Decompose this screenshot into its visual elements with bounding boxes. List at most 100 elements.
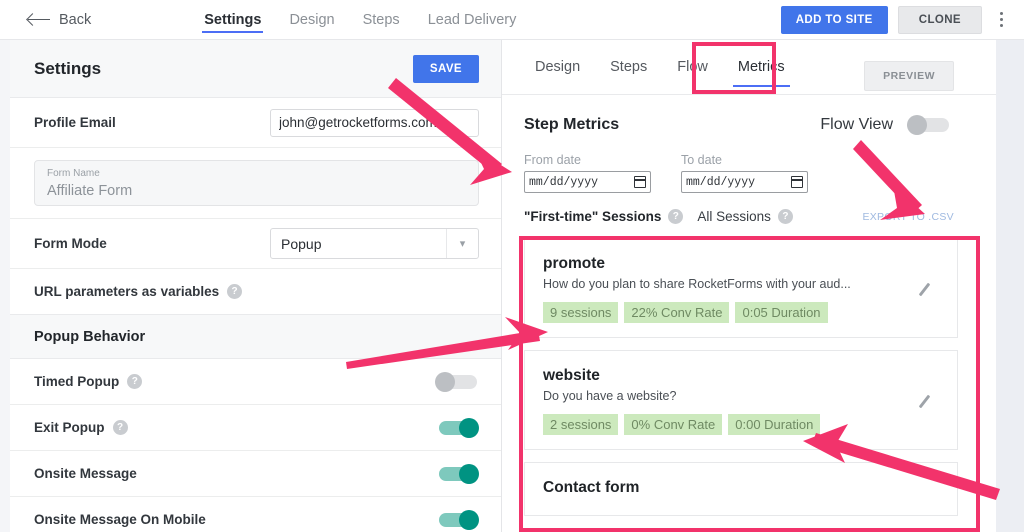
exit-popup-toggle[interactable] bbox=[435, 417, 479, 438]
from-date-input[interactable]: mm/dd/yyyy bbox=[524, 171, 651, 193]
flow-view-control: Flow View bbox=[820, 115, 951, 135]
form-mode-value: Popup bbox=[281, 235, 322, 252]
form-name-field[interactable]: Form Name Affiliate Form bbox=[34, 160, 479, 206]
metric-card-question: How do you plan to share RocketForms wit… bbox=[543, 277, 851, 291]
from-date-placeholder: mm/dd/yyyy bbox=[529, 175, 599, 189]
back-label: Back bbox=[59, 11, 92, 28]
help-icon[interactable]: ? bbox=[227, 284, 243, 299]
conv-rate-badge: 22% Conv Rate bbox=[624, 302, 730, 323]
top-navigation-bar: Back Settings Design Steps Lead Delivery… bbox=[0, 0, 1024, 40]
panel-tab-steps-label: Steps bbox=[610, 59, 648, 75]
onsite-message-label: Onsite Message bbox=[34, 466, 137, 481]
sessions-badge: 2 sessions bbox=[543, 414, 619, 435]
tab-lead-delivery-label: Lead Delivery bbox=[427, 11, 517, 28]
preview-button[interactable]: PREVIEW bbox=[864, 61, 954, 91]
pencil-icon[interactable] bbox=[921, 281, 937, 297]
to-date-input[interactable]: mm/dd/yyyy bbox=[681, 171, 808, 193]
duration-badge: 0:00 Duration bbox=[728, 414, 821, 435]
tab-settings[interactable]: Settings bbox=[190, 0, 275, 40]
form-name-label: Form Name bbox=[47, 168, 100, 179]
to-date-placeholder: mm/dd/yyyy bbox=[686, 175, 756, 189]
profile-email-label: Profile Email bbox=[34, 115, 116, 130]
tab-design[interactable]: Design bbox=[275, 0, 348, 40]
kebab-menu-icon[interactable] bbox=[992, 10, 1010, 30]
session-filter-row: "First-time" Sessions ? All Sessions ? E… bbox=[502, 193, 996, 224]
form-mode-label: Form Mode bbox=[34, 236, 107, 251]
first-time-sessions-label: "First-time" Sessions bbox=[524, 209, 662, 224]
panel-tab-steps[interactable]: Steps bbox=[595, 40, 662, 95]
form-name-row: Form Name Affiliate Form bbox=[10, 148, 501, 219]
url-parameters-row: URL parameters as variables ? bbox=[10, 269, 501, 314]
step-metrics-card-list: promote How do you plan to share RocketF… bbox=[502, 238, 996, 516]
tab-steps[interactable]: Steps bbox=[349, 0, 414, 40]
metrics-panel: Design Steps Flow Metrics PREVIEW Step M… bbox=[502, 40, 996, 532]
help-icon[interactable]: ? bbox=[112, 420, 128, 435]
help-icon[interactable]: ? bbox=[668, 209, 684, 224]
from-date-field: From date mm/dd/yyyy bbox=[524, 153, 651, 193]
conv-rate-badge: 0% Conv Rate bbox=[624, 414, 723, 435]
page-scrollbar[interactable] bbox=[996, 40, 1024, 532]
export-to-csv-link[interactable]: EXPORT TO .CSV bbox=[862, 211, 954, 223]
metric-card-question: Do you have a website? bbox=[543, 389, 677, 403]
help-icon[interactable]: ? bbox=[127, 374, 143, 389]
calendar-icon[interactable] bbox=[790, 176, 804, 188]
panel-tab-design[interactable]: Design bbox=[520, 40, 595, 95]
flow-view-label: Flow View bbox=[820, 116, 893, 133]
profile-email-row: Profile Email bbox=[10, 98, 501, 148]
panel-tab-flow-label: Flow bbox=[677, 59, 708, 75]
settings-panel-header: Settings SAVE bbox=[10, 40, 501, 98]
flow-view-toggle[interactable] bbox=[907, 115, 951, 135]
back-button[interactable]: Back bbox=[28, 12, 91, 28]
clone-button[interactable]: CLONE bbox=[897, 5, 982, 34]
help-icon[interactable]: ? bbox=[777, 209, 793, 224]
metric-card-title: Contact form bbox=[543, 479, 640, 496]
profile-email-field[interactable] bbox=[270, 108, 479, 137]
all-sessions-filter[interactable]: All Sessions ? bbox=[697, 209, 793, 224]
panel-tab-design-label: Design bbox=[535, 59, 581, 75]
form-mode-row: Form Mode Popup ▾ bbox=[10, 219, 501, 269]
sessions-badge: 9 sessions bbox=[543, 302, 619, 323]
metric-card[interactable]: website Do you have a website? 2 session… bbox=[524, 350, 958, 450]
metric-card[interactable]: promote How do you plan to share RocketF… bbox=[524, 238, 958, 338]
metric-card-badges: 9 sessions 22% Conv Rate 0:05 Duration bbox=[543, 302, 939, 323]
to-date-field: To date mm/dd/yyyy bbox=[681, 153, 808, 193]
onsite-message-mobile-toggle[interactable] bbox=[435, 509, 479, 530]
timed-popup-toggle[interactable] bbox=[435, 371, 479, 392]
arrow-left-icon bbox=[28, 14, 50, 26]
panel-tab-flow[interactable]: Flow bbox=[662, 40, 723, 95]
tab-lead-delivery[interactable]: Lead Delivery bbox=[414, 0, 531, 40]
chevron-down-icon: ▾ bbox=[446, 229, 478, 258]
add-to-site-button[interactable]: ADD TO SITE bbox=[780, 5, 888, 34]
pencil-icon[interactable] bbox=[921, 393, 937, 409]
top-tab-group: Settings Design Steps Lead Delivery bbox=[190, 0, 530, 40]
metric-card-title: promote bbox=[543, 255, 605, 272]
popup-behavior-title: Popup Behavior bbox=[34, 328, 146, 345]
timed-popup-label: Timed Popup bbox=[34, 374, 120, 389]
metric-card[interactable]: Contact form bbox=[524, 462, 958, 516]
settings-panel: Settings SAVE Profile Email Form Name Af… bbox=[10, 40, 502, 532]
from-date-label: From date bbox=[524, 153, 581, 167]
panel-tab-metrics-label: Metrics bbox=[737, 59, 785, 75]
duration-badge: 0:05 Duration bbox=[735, 302, 828, 323]
to-date-label: To date bbox=[681, 153, 723, 167]
panel-tab-metrics[interactable]: Metrics bbox=[723, 40, 800, 95]
save-button[interactable]: SAVE bbox=[412, 54, 479, 83]
metric-card-title: website bbox=[543, 367, 600, 384]
onsite-message-toggle[interactable] bbox=[435, 463, 479, 484]
form-name-value: Affiliate Form bbox=[47, 183, 133, 199]
step-metrics-title: Step Metrics bbox=[524, 116, 620, 133]
popup-behavior-section-header: Popup Behavior bbox=[10, 314, 501, 359]
step-metrics-header: Step Metrics Flow View bbox=[502, 95, 996, 135]
form-mode-select[interactable]: Popup ▾ bbox=[270, 228, 479, 259]
exit-popup-row: Exit Popup ? bbox=[10, 405, 501, 451]
calendar-icon[interactable] bbox=[633, 176, 647, 188]
timed-popup-row: Timed Popup ? bbox=[10, 359, 501, 405]
tab-design-label: Design bbox=[289, 11, 335, 28]
first-time-sessions-filter[interactable]: "First-time" Sessions ? bbox=[524, 209, 684, 224]
metric-card-badges: 2 sessions 0% Conv Rate 0:00 Duration bbox=[543, 414, 939, 435]
page-title: Settings bbox=[34, 58, 102, 78]
exit-popup-label: Exit Popup bbox=[34, 420, 105, 435]
top-actions: ADD TO SITE CLONE bbox=[780, 5, 1010, 34]
all-sessions-label: All Sessions bbox=[697, 209, 771, 224]
url-parameters-label: URL parameters as variables bbox=[34, 284, 220, 299]
